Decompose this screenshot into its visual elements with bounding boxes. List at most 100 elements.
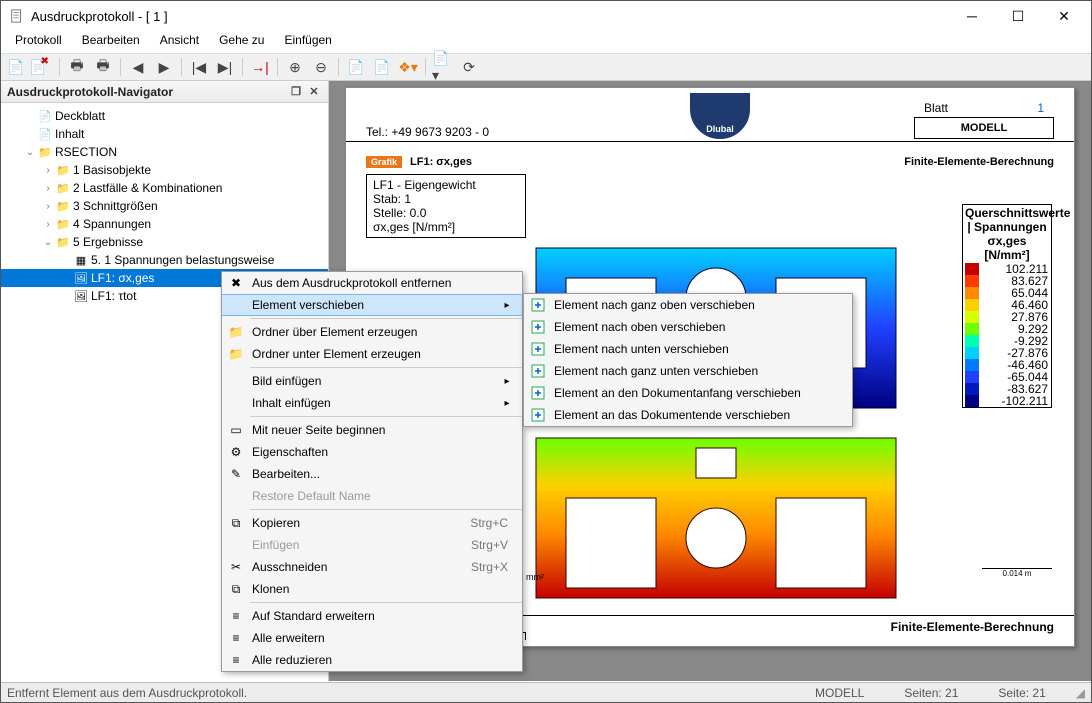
export-pdf-icon[interactable]: 📄 — [345, 56, 367, 78]
menu-item-icon: 📁 — [222, 325, 250, 339]
submenu-item[interactable]: Element nach ganz oben verschieben — [524, 294, 852, 316]
delete-icon[interactable]: 📄✖ — [31, 56, 53, 78]
sheet-icon[interactable]: 📄▾ — [432, 56, 454, 78]
legend-row: -102.211 — [963, 395, 1051, 407]
sigma-unit: mm² — [526, 572, 544, 582]
tree-item[interactable]: ›📁2 Lastfälle & Kombinationen — [1, 179, 328, 197]
menu-bearbeiten[interactable]: Bearbeiten — [72, 31, 150, 53]
menu-item[interactable]: ≡Alle erweitern — [222, 627, 522, 649]
scale-bar: 0.014 m — [982, 568, 1052, 578]
menu-item[interactable]: ⧉Klonen — [222, 578, 522, 600]
submenu-item-label: Element an das Dokumentende verschieben — [552, 408, 844, 422]
menu-gehezu[interactable]: Gehe zu — [209, 31, 274, 53]
tree-item-label: 5. 1 Spannungen belastungsweise — [91, 253, 274, 267]
print-setup-icon[interactable]: 🖶 — [92, 56, 114, 78]
tree-item[interactable]: ›📁1 Basisobjekte — [1, 161, 328, 179]
new-icon[interactable]: 📄 — [5, 56, 27, 78]
nav-prev-icon[interactable]: ◀ — [127, 56, 149, 78]
window-title: Ausdruckprotokoll - [ 1 ] — [31, 9, 949, 24]
menu-item-icon: ⚙ — [222, 445, 250, 459]
menu-item[interactable]: ≡Auf Standard erweitern — [222, 605, 522, 627]
submenu-item-label: Element nach oben verschieben — [552, 320, 844, 334]
submenu-item[interactable]: Element an den Dokumentanfang verschiebe… — [524, 382, 852, 404]
fe-title-2: Finite-Elemente-Berechnung — [891, 620, 1054, 634]
menu-item[interactable]: ⚙Eigenschaften — [222, 441, 522, 463]
menu-item[interactable]: ≡Alle reduzieren — [222, 649, 522, 671]
tree-item[interactable]: ›📁4 Spannungen — [1, 215, 328, 233]
submenu-arrow-icon: ▸ — [500, 376, 514, 387]
nav-last-icon[interactable]: ▶| — [214, 56, 236, 78]
menu-item[interactable]: ✖Aus dem Ausdruckprotokoll entfernen — [222, 272, 522, 294]
submenu-item[interactable]: Element nach ganz unten verschieben — [524, 360, 852, 382]
menu-item-icon: ⧉ — [222, 516, 250, 531]
toolbar: 📄 📄✖ 🖶 🖶 ◀ ▶ |◀ ▶| →| ⊕ ⊖ 📄 📄 ❖▾ 📄▾ ⟳ — [1, 53, 1091, 81]
menu-item-label: Aus dem Ausdruckprotokoll entfernen — [250, 276, 514, 290]
menu-einfuegen[interactable]: Einfügen — [274, 31, 341, 53]
menu-item[interactable]: Element verschieben▸ — [222, 294, 522, 316]
print-icon[interactable]: 🖶 — [66, 56, 88, 78]
menu-item[interactable]: ✎Bearbeiten... — [222, 463, 522, 485]
resize-grip-icon[interactable]: ◢ — [1076, 686, 1085, 700]
tree-item-label: LF1: τtot — [91, 289, 136, 303]
menu-item[interactable]: Bild einfügen▸ — [222, 370, 522, 392]
lang-icon[interactable]: ❖▾ — [397, 56, 419, 78]
tree-item[interactable]: 📄Deckblatt — [1, 107, 328, 125]
tree-item[interactable]: ›📁3 Schnittgrößen — [1, 197, 328, 215]
submenu-item[interactable]: Element nach unten verschieben — [524, 338, 852, 360]
status-seite: Seite: 21 — [998, 686, 1045, 700]
info-line: σx,ges [N/mm²] — [373, 220, 519, 234]
panel-restore-icon[interactable]: ❐ — [288, 84, 304, 100]
menu-item[interactable]: ⧉KopierenStrg+C — [222, 512, 522, 534]
status-bar: Entfernt Element aus dem Ausdruckprotoko… — [1, 682, 1091, 702]
tree-item[interactable]: ⌄📁RSECTION — [1, 143, 328, 161]
submenu-item[interactable]: Element an das Dokumentende verschieben — [524, 404, 852, 426]
panel-close-icon[interactable]: ✕ — [306, 84, 322, 100]
tree-item-label: RSECTION — [55, 145, 117, 159]
menu-ansicht[interactable]: Ansicht — [150, 31, 209, 53]
export-rtf-icon[interactable]: 📄 — [371, 56, 393, 78]
goto-icon[interactable]: →| — [249, 56, 271, 78]
close-button[interactable]: ✕ — [1041, 1, 1087, 31]
menu-item[interactable]: 📁Ordner über Element erzeugen — [222, 321, 522, 343]
menu-protokoll[interactable]: Protokoll — [5, 31, 72, 53]
submenu-arrow-icon: ▸ — [500, 300, 514, 311]
menu-item-icon: ✖ — [222, 276, 250, 290]
menu-item-icon: ≡ — [222, 631, 250, 645]
tree-item[interactable]: ⌄📁5 Ergebnisse — [1, 233, 328, 251]
menu-item[interactable]: Inhalt einfügen▸ — [222, 392, 522, 414]
zoom-out-icon[interactable]: ⊖ — [310, 56, 332, 78]
menu-item-icon: ⧉ — [222, 582, 250, 597]
menu-item[interactable]: ✂AusschneidenStrg+X — [222, 556, 522, 578]
context-menu[interactable]: ✖Aus dem Ausdruckprotokoll entfernenElem… — [221, 271, 523, 672]
menu-item-icon: ✎ — [222, 467, 250, 481]
menu-item[interactable]: 📁Ordner unter Element erzeugen — [222, 343, 522, 365]
zoom-in-icon[interactable]: ⊕ — [284, 56, 306, 78]
menubar: Protokoll Bearbeiten Ansicht Gehe zu Ein… — [1, 31, 1091, 53]
info-line: Stab: 1 — [373, 192, 519, 206]
tree-item-label: Inhalt — [55, 127, 84, 141]
tree-item-label: 2 Lastfälle & Kombinationen — [73, 181, 222, 195]
context-submenu[interactable]: Element nach ganz oben verschieben Elemen… — [523, 293, 853, 427]
submenu-item[interactable]: Element nach oben verschieben — [524, 316, 852, 338]
nav-first-icon[interactable]: |◀ — [188, 56, 210, 78]
tree-item[interactable]: 📄Inhalt — [1, 125, 328, 143]
page-header: Tel.: +49 9673 9203 - 0 Dlubal Blatt1 MO… — [346, 88, 1074, 142]
blatt-number: 1 — [1037, 101, 1044, 115]
nav-next-icon[interactable]: ▶ — [153, 56, 175, 78]
move-icon — [524, 408, 552, 422]
menu-item-label: Inhalt einfügen — [250, 396, 500, 410]
info-line: Stelle: 0.0 — [373, 206, 519, 220]
menu-item-shortcut: Strg+C — [464, 516, 514, 530]
menu-item-label: Mit neuer Seite beginnen — [250, 423, 514, 437]
minimize-button[interactable]: ─ — [949, 1, 995, 31]
lf-label: LF1: σx,ges — [410, 156, 472, 168]
cross-section-bottom — [526, 428, 906, 608]
menu-item-icon: ≡ — [222, 609, 250, 623]
grafik-tag: Grafik — [366, 156, 402, 168]
refresh-icon[interactable]: ⟳ — [458, 56, 480, 78]
menu-item[interactable]: ▭Mit neuer Seite beginnen — [222, 419, 522, 441]
maximize-button[interactable]: ☐ — [995, 1, 1041, 31]
tree-item[interactable]: ▦5. 1 Spannungen belastungsweise — [1, 251, 328, 269]
submenu-arrow-icon: ▸ — [500, 398, 514, 409]
titlebar: Ausdruckprotokoll - [ 1 ] ─ ☐ ✕ — [1, 1, 1091, 31]
